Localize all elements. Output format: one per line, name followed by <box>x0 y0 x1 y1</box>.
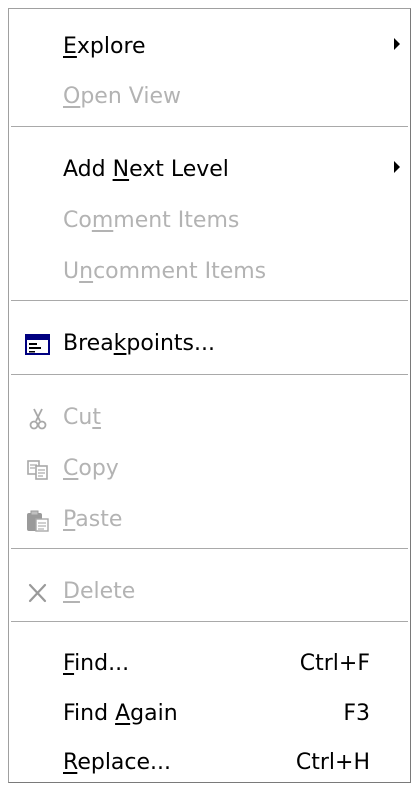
menu-separator <box>11 374 408 376</box>
context-menu: Explore Open View Add Next Level Comment… <box>8 8 411 783</box>
menu-separator <box>11 126 408 128</box>
submenu-arrow-icon <box>394 38 400 50</box>
menu-item-explore[interactable]: Explore <box>9 25 410 71</box>
menu-item-label: Open View <box>63 84 181 109</box>
menu-item-uncomment-items: Uncomment Items <box>9 250 410 296</box>
menu-item-label: Comment Items <box>63 208 240 233</box>
submenu-arrow-icon <box>394 161 400 173</box>
menu-item-label: Paste <box>63 507 123 532</box>
menu-item-add-next-level[interactable]: Add Next Level <box>9 148 410 194</box>
menu-item-label: Cut <box>63 405 101 430</box>
menu-item-find-again[interactable]: Find Again F3 <box>9 692 410 738</box>
menu-item-shortcut: F3 <box>343 701 370 726</box>
menu-item-paste: Paste <box>9 498 410 544</box>
menu-item-cut: Cut <box>9 396 410 442</box>
menu-item-label: Copy <box>63 456 119 481</box>
menu-item-replace[interactable]: Replace... Ctrl+H <box>9 741 410 787</box>
menu-item-label: Add Next Level <box>63 157 229 182</box>
menu-item-label: Breakpoints... <box>63 331 215 356</box>
menu-item-label: Delete <box>63 579 136 604</box>
menu-item-label: Replace... <box>63 750 172 775</box>
menu-item-open-view: Open View <box>9 75 410 121</box>
menu-item-find[interactable]: Find... Ctrl+F <box>9 642 410 688</box>
copy-pages-icon <box>27 460 48 480</box>
menu-item-shortcut: Ctrl+H <box>295 750 370 775</box>
menu-item-shortcut: Ctrl+F <box>299 651 370 676</box>
menu-separator <box>11 621 408 623</box>
menu-separator <box>11 548 408 550</box>
x-delete-icon <box>28 583 47 603</box>
menu-separator <box>11 300 408 302</box>
clipboard-icon <box>27 510 49 532</box>
menu-item-label: Find Again <box>63 701 178 726</box>
menu-item-label: Explore <box>63 34 146 59</box>
menu-item-label: Uncomment Items <box>63 259 267 284</box>
menu-item-comment-items: Comment Items <box>9 199 410 245</box>
menu-item-copy: Copy <box>9 447 410 493</box>
menu-item-delete: Delete <box>9 570 410 616</box>
menu-item-label: Find... <box>63 651 130 676</box>
menu-item-breakpoints[interactable]: Breakpoints... <box>9 322 410 368</box>
window-list-icon <box>25 334 50 355</box>
scissors-icon <box>29 408 47 430</box>
